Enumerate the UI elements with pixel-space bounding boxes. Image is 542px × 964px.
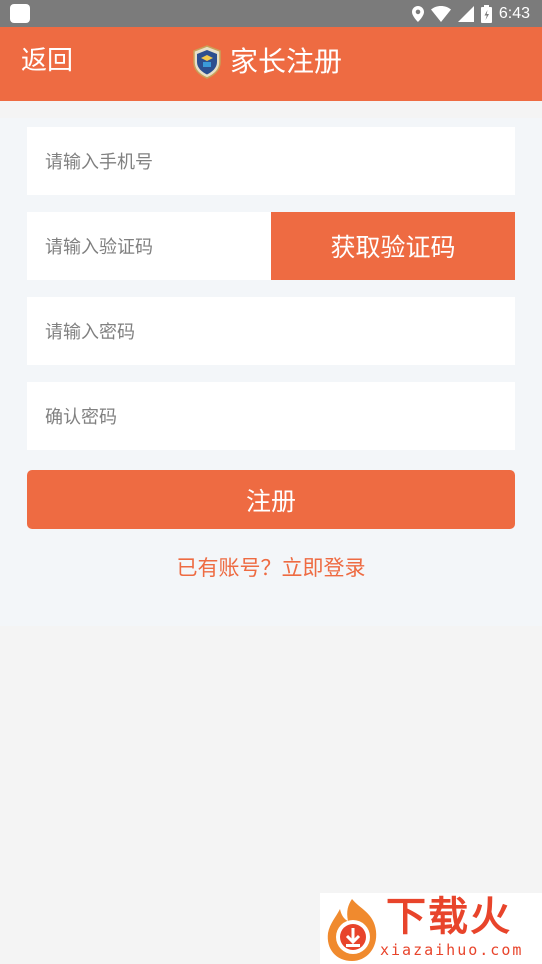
register-button[interactable]: 注册 — [27, 470, 515, 529]
signal-icon — [457, 5, 474, 22]
location-icon — [411, 5, 424, 22]
wifi-icon — [430, 5, 451, 22]
school-badge-icon — [193, 45, 221, 79]
page-title: 家长注册 — [230, 45, 343, 78]
watermark-text: 下载火 — [386, 894, 512, 940]
watermark: 下载火 xiazaihuo.com — [320, 893, 542, 964]
status-icons: 6:43 — [411, 3, 530, 24]
app-icon — [10, 4, 30, 23]
watermark-url: xiazaihuo.com — [380, 941, 524, 959]
back-button[interactable]: 返回 — [21, 44, 73, 78]
status-time: 6:43 — [498, 4, 530, 22]
battery-icon — [480, 4, 492, 23]
phone-input[interactable]: 请输入手机号 — [27, 127, 515, 195]
title-group: 家长注册 — [192, 42, 342, 82]
register-form: 请输入手机号 请输入验证码 获取验证码 请输入密码 确认密码 注册 已有账号？立… — [0, 118, 542, 626]
confirm-password-input[interactable]: 确认密码 — [27, 382, 515, 450]
app-bar: 返回 家长注册 — [0, 27, 542, 101]
get-code-button[interactable]: 获取验证码 — [271, 212, 515, 280]
status-bar: 6:43 — [0, 0, 542, 27]
fire-logo-icon — [327, 899, 377, 961]
login-link[interactable]: 已有账号？立即登录 — [0, 552, 542, 584]
password-input[interactable]: 请输入密码 — [27, 297, 515, 365]
code-input[interactable]: 请输入验证码 — [27, 212, 271, 280]
